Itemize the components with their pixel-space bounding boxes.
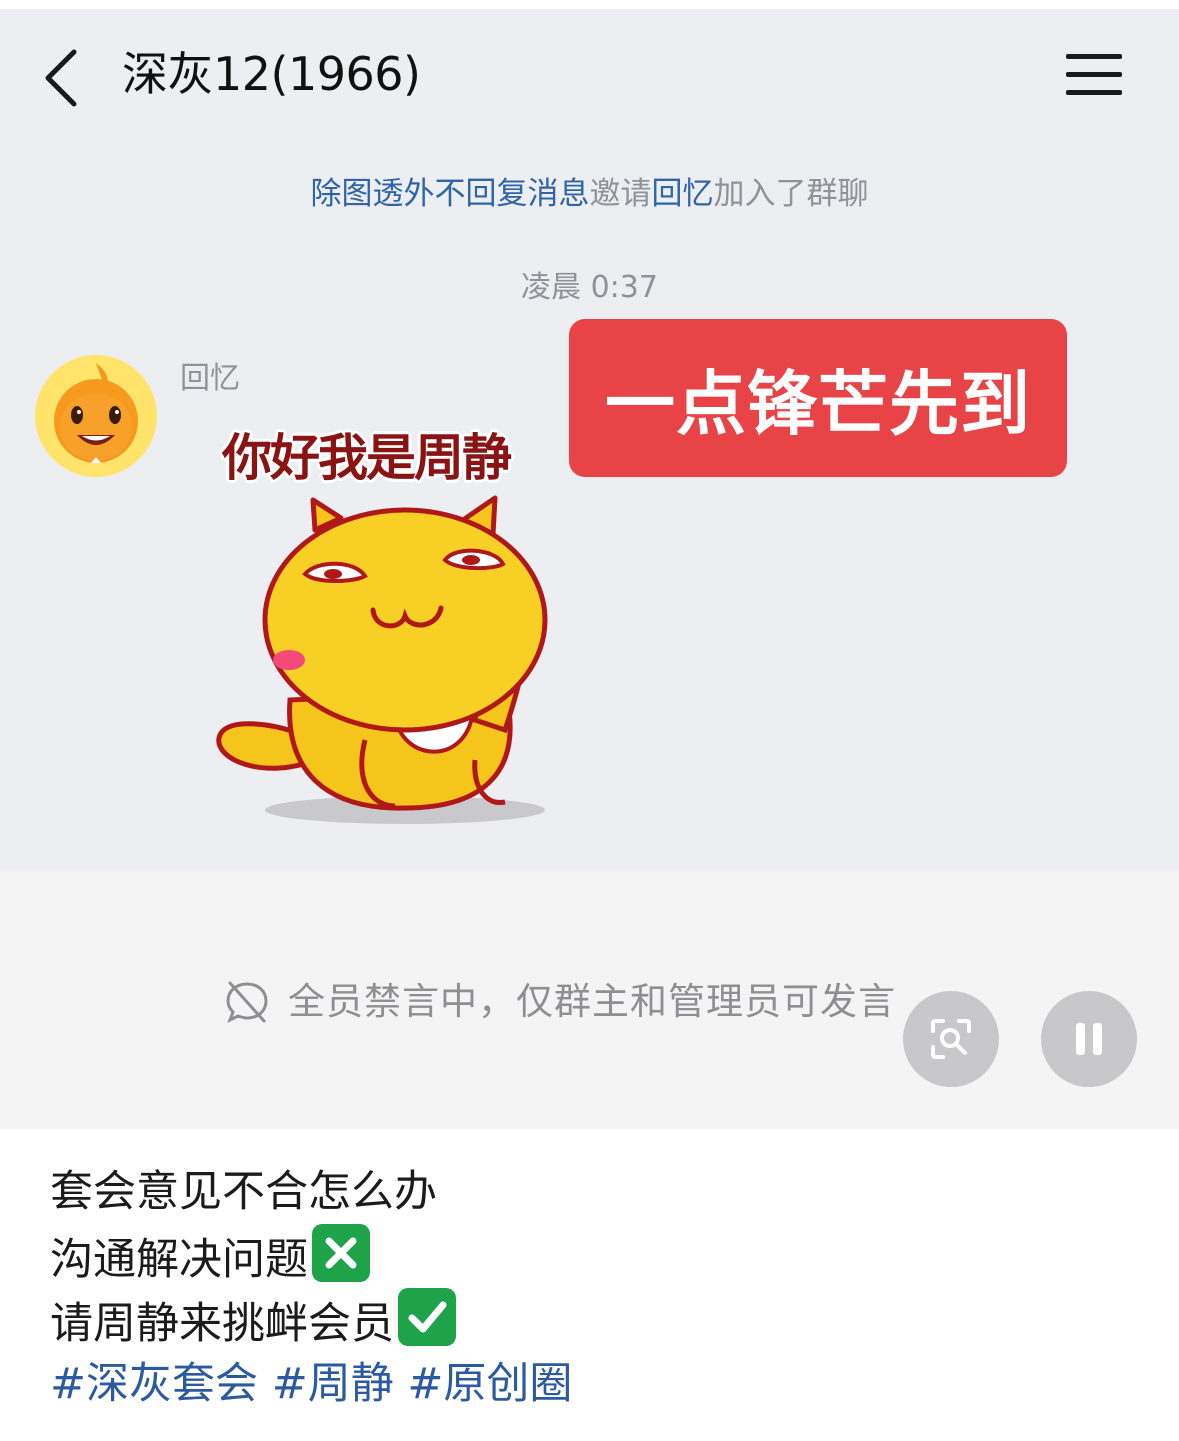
back-chevron-icon[interactable] — [40, 48, 84, 108]
caption-line-2-text: 沟通解决问题 — [50, 1235, 308, 1285]
message-timestamp: 凌晨 0:37 — [521, 270, 658, 305]
scan-search-icon — [931, 1019, 971, 1059]
hamburger-menu-icon[interactable] — [1066, 52, 1122, 98]
invite-verb: 邀请 — [589, 176, 652, 212]
red-banner: 一点锋芒先到 — [569, 319, 1067, 477]
no-chat-icon — [224, 979, 270, 1025]
invitee-link[interactable]: 回忆 — [652, 176, 714, 212]
muted-notice: 全员禁言中，仅群主和管理员可发言 — [288, 980, 896, 1023]
caption-line-3-text: 请周静来挑衅会员 — [50, 1299, 394, 1349]
post-caption: 套会意见不合怎么办 沟通解决问题 请周静来挑衅会员 #深灰套会 #周静 #原创圈 — [50, 1160, 572, 1416]
system-message-suffix: 加入了群聊 — [713, 176, 869, 212]
hashtag-yuanchuang-quan[interactable]: #原创圈 — [407, 1359, 572, 1409]
sticker-caption: 你好我是周静 — [222, 429, 512, 487]
caption-line-1: 套会意见不合怎么办 — [50, 1167, 437, 1217]
hashtag-zhoujing[interactable]: #周静 — [272, 1359, 394, 1409]
scan-search-button[interactable] — [903, 991, 999, 1087]
cat-sticker-image[interactable] — [205, 490, 565, 830]
system-message: 除图透外不回复消息邀请回忆加入了群聊 — [0, 174, 1179, 214]
hashtag-line: #深灰套会 #周静 #原创圈 — [50, 1352, 572, 1416]
banner-text: 一点锋芒先到 — [605, 362, 1031, 445]
sender-avatar[interactable] — [35, 355, 157, 477]
chat-title: 深灰12(1966) — [122, 47, 421, 101]
check-mark-icon — [398, 1288, 456, 1346]
caption-line-2: 沟通解决问题 — [50, 1224, 572, 1288]
hashtag-shenhui-taohui[interactable]: #深灰套会 — [50, 1359, 258, 1409]
sender-name: 回忆 — [180, 361, 240, 396]
inviter-link[interactable]: 除图透外不回复消息 — [311, 176, 590, 212]
pause-icon — [1076, 1023, 1102, 1055]
pause-button[interactable] — [1041, 991, 1137, 1087]
caption-line-3: 请周静来挑衅会员 — [50, 1288, 572, 1352]
top-strip — [0, 0, 1179, 9]
cross-mark-icon — [312, 1224, 370, 1282]
